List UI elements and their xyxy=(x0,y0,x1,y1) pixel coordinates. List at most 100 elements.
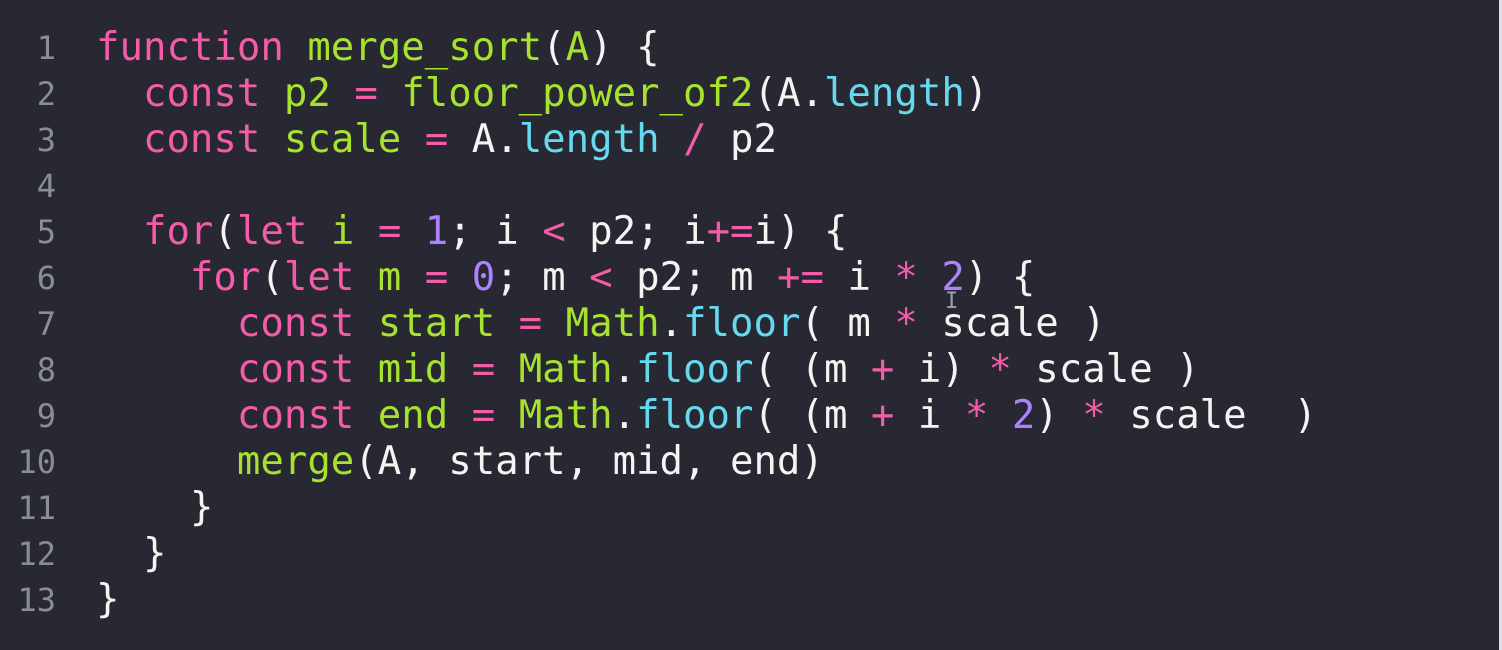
code-token-plain: } xyxy=(96,577,120,622)
code-token-keyword: for xyxy=(189,255,261,300)
code-token-plain: p2; i xyxy=(565,209,707,254)
line-number: 2 xyxy=(36,75,56,113)
code-token-keyword: = xyxy=(471,393,496,438)
code-token-definition: i xyxy=(330,209,355,254)
code-token-plain: scale ) xyxy=(1011,347,1200,392)
code-line[interactable]: 8 const mid = Math.floor( (m + i) * scal… xyxy=(0,347,1317,393)
code-token-keyword: const xyxy=(236,393,355,438)
line-content: merge(A, start, mid, end) xyxy=(96,439,824,485)
code-token-keyword: * xyxy=(964,393,989,438)
code-token-keyword: const xyxy=(236,347,355,392)
code-area[interactable]: 1 function merge_sort(A) {2 const p2 = fl… xyxy=(0,25,1317,623)
line-content: const scale = A.length / p2 xyxy=(96,117,777,163)
code-token-property: length xyxy=(518,117,660,162)
code-line[interactable]: 9 const end = Math.floor( (m + i * 2) * … xyxy=(0,393,1317,439)
code-token-plain: ) { xyxy=(964,255,1036,300)
code-line[interactable]: 5 for(let i = 1; i < p2; i+=i) { xyxy=(0,209,1317,255)
code-token-plain: ( (m xyxy=(753,393,871,438)
code-line[interactable]: 11 } xyxy=(0,485,1317,531)
code-token-keyword: let xyxy=(283,255,355,300)
code-token-definition: merge xyxy=(236,439,355,484)
code-token-definition: Math xyxy=(565,301,660,346)
code-token-plain: (A. xyxy=(753,71,824,116)
code-token-keyword: let xyxy=(236,209,308,254)
line-content: for(let m = 0; m < p2; m += i * 2) { xyxy=(96,255,1035,301)
code-token-plain: i) { xyxy=(753,209,848,254)
code-token-definition: p2 xyxy=(283,71,331,116)
code-token-definition: end xyxy=(377,393,449,438)
code-line[interactable]: 3 const scale = A.length / p2 xyxy=(0,117,1317,163)
code-token-plain: ; i xyxy=(448,209,543,254)
code-token-definition: floor_power_of2 xyxy=(401,71,754,116)
i-beam-icon: I xyxy=(945,289,959,314)
code-token-keyword: + xyxy=(870,393,895,438)
line-content: const p2 = floor_power_of2(A.length) xyxy=(96,71,988,117)
code-token-property: floor xyxy=(636,347,754,392)
code-line[interactable]: 4 xyxy=(0,163,1317,209)
code-line[interactable]: 12 } xyxy=(0,531,1317,577)
code-token-plain: . xyxy=(659,301,684,346)
code-token-number: 0 xyxy=(471,255,496,300)
code-token-definition: Math xyxy=(518,347,613,392)
line-number: 9 xyxy=(36,397,56,435)
code-token-plain: } xyxy=(96,531,167,576)
code-token-keyword: = xyxy=(424,255,449,300)
line-number: 4 xyxy=(36,167,56,205)
line-content: } xyxy=(96,577,119,623)
code-token-property: floor xyxy=(636,393,754,438)
code-token-plain: ) xyxy=(1035,393,1083,438)
code-line[interactable]: 13} xyxy=(0,577,1317,623)
line-number: 10 xyxy=(17,443,56,481)
code-line[interactable]: 6 for(let m = 0; m < p2; m += i * 2) { xyxy=(0,255,1317,301)
code-line[interactable]: 1 function merge_sort(A) { xyxy=(0,25,1317,71)
code-token-plain: A. xyxy=(448,117,519,162)
code-token-keyword: += xyxy=(777,255,824,300)
code-token-keyword: * xyxy=(1082,393,1106,438)
code-line[interactable]: 7 const start = Math.floor( m * scale ) xyxy=(0,301,1317,347)
code-token-plain: p2; m xyxy=(612,255,777,300)
code-token-definition: A xyxy=(565,25,590,70)
code-token-definition: start xyxy=(377,301,496,346)
line-number: 6 xyxy=(36,259,56,297)
code-token-keyword: function xyxy=(96,25,284,70)
code-token-property: floor xyxy=(683,301,801,346)
code-token-plain: ( m xyxy=(800,301,895,346)
code-token-plain: ( (m xyxy=(753,347,871,392)
code-token-property: length xyxy=(823,71,965,116)
code-editor[interactable]: 1 function merge_sort(A) {2 const p2 = fl… xyxy=(0,0,1502,650)
code-token-keyword: = xyxy=(354,71,378,116)
code-token-definition: Math xyxy=(518,393,613,438)
code-token-plain: . xyxy=(612,393,637,438)
code-token-plain: i xyxy=(894,393,965,438)
code-line[interactable]: 10 merge(A, start, mid, end) xyxy=(0,439,1317,485)
code-line[interactable]: 2 const p2 = floor_power_of2(A.length) xyxy=(0,71,1317,117)
code-token-definition: merge_sort xyxy=(307,25,543,70)
code-token-keyword: += xyxy=(706,209,754,254)
line-number: 13 xyxy=(17,581,56,619)
code-token-plain: ; m xyxy=(495,255,590,300)
code-token-plain: ( xyxy=(542,25,566,70)
